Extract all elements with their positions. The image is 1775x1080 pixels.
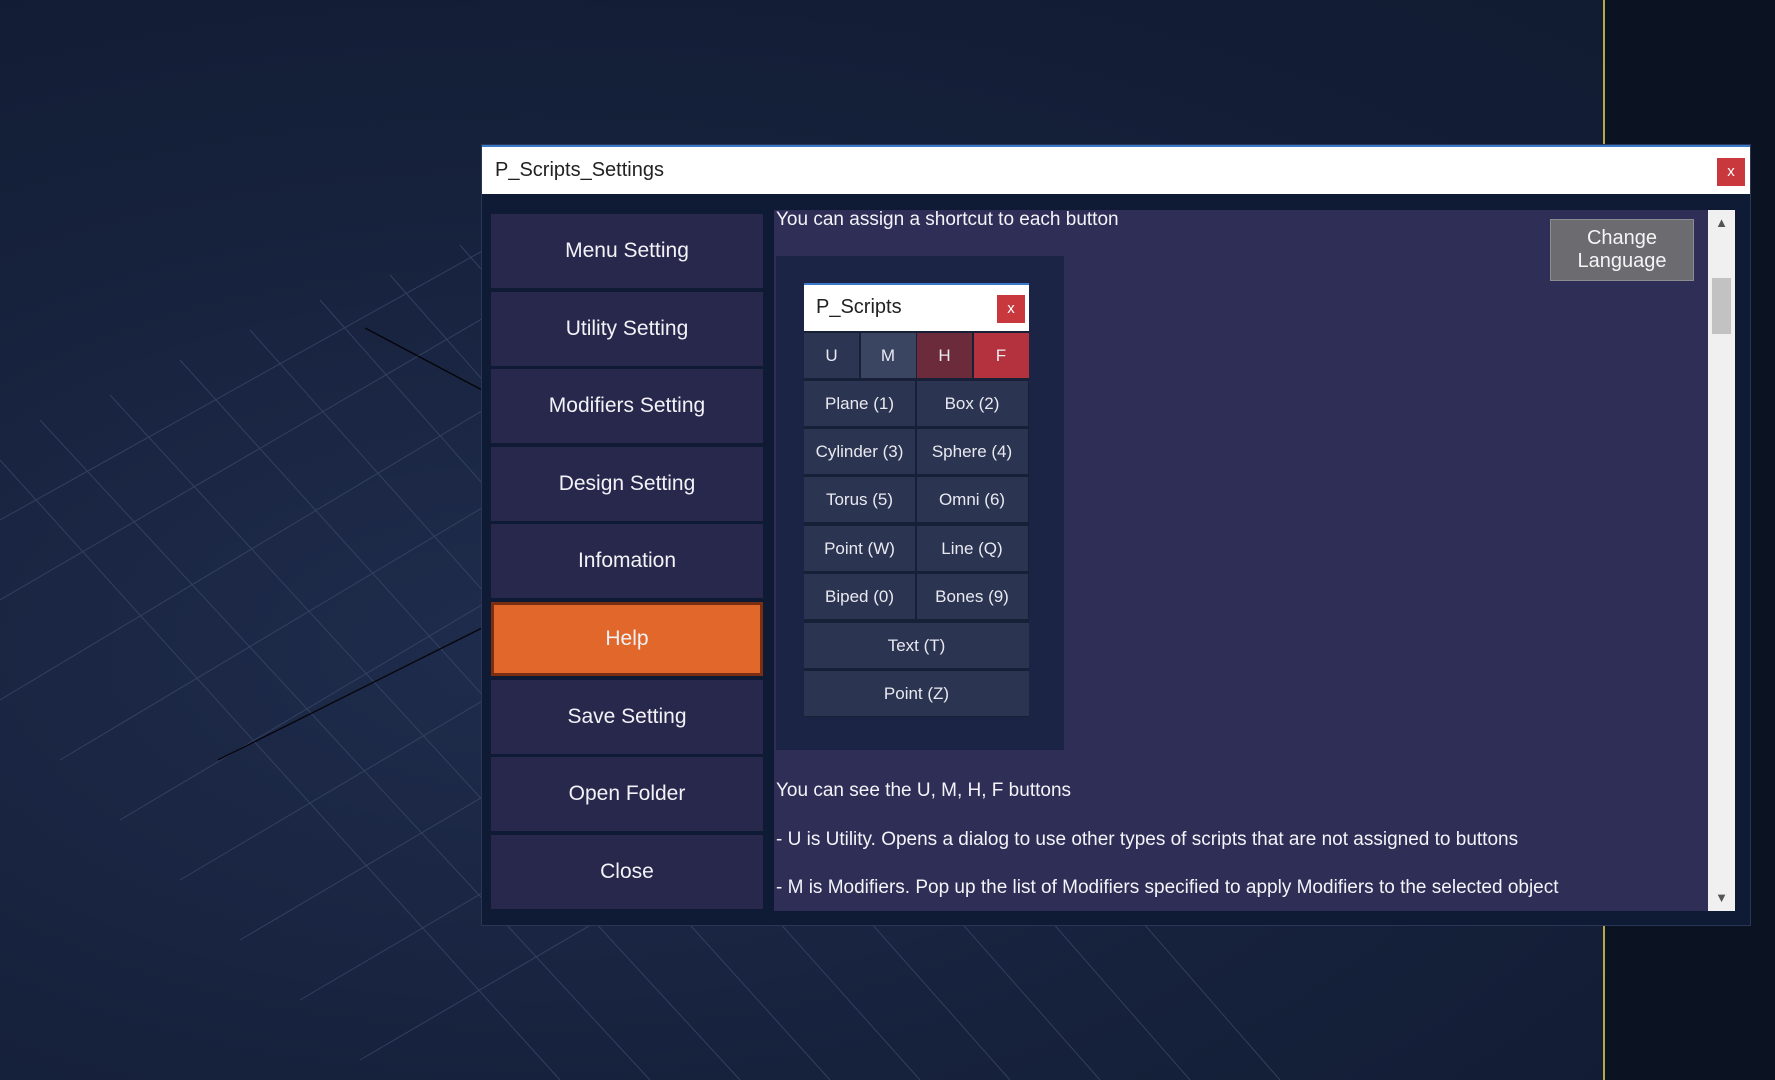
- mini-window-title: P_Scripts: [816, 296, 902, 318]
- plane-button[interactable]: Plane (1): [804, 381, 915, 426]
- close-button[interactable]: Close: [491, 834, 763, 909]
- help-button[interactable]: Help: [491, 601, 763, 676]
- cylinder-button[interactable]: Cylinder (3): [804, 429, 915, 474]
- text-button[interactable]: Text (T): [804, 623, 1029, 668]
- p-scripts-mini-window: P_Scripts x U M H F Plane (1) Box (2) Cy…: [804, 283, 1029, 717]
- help-line-2: - U is Utility. Opens a dialog to use ot…: [776, 829, 1519, 850]
- sphere-button[interactable]: Sphere (4): [916, 429, 1028, 474]
- modifiers-setting-button[interactable]: Modifiers Setting: [491, 369, 763, 444]
- point-z-button[interactable]: Point (Z): [804, 671, 1029, 716]
- information-button[interactable]: Infomation: [491, 524, 763, 599]
- tab-utility[interactable]: U: [804, 333, 859, 378]
- mini-window-close-button[interactable]: x: [997, 295, 1025, 323]
- torus-button[interactable]: Torus (5): [804, 477, 915, 522]
- settings-sidebar: Menu Setting Utility Setting Modifiers S…: [491, 214, 763, 912]
- biped-button[interactable]: Biped (0): [804, 574, 915, 619]
- line-button[interactable]: Line (Q): [916, 526, 1028, 571]
- design-setting-button[interactable]: Design Setting: [491, 446, 763, 521]
- close-window-button[interactable]: x: [1717, 158, 1745, 186]
- help-line-3: - M is Modifiers. Pop up the list of Mod…: [776, 877, 1559, 898]
- tab-modifiers[interactable]: M: [860, 333, 916, 378]
- scrollbar-thumb[interactable]: [1712, 278, 1731, 334]
- omni-button[interactable]: Omni (6): [916, 477, 1028, 522]
- mini-window-titlebar: P_Scripts x: [804, 283, 1029, 331]
- window-title: P_Scripts_Settings: [495, 159, 664, 181]
- point-w-button[interactable]: Point (W): [804, 526, 915, 571]
- chevron-up-icon[interactable]: ▲: [1708, 210, 1735, 236]
- content-scrollbar[interactable]: ▲ ▼: [1708, 210, 1735, 911]
- save-setting-button[interactable]: Save Setting: [491, 679, 763, 754]
- settings-window: P_Scripts_Settings x Menu Setting Utilit…: [482, 145, 1750, 925]
- box-button[interactable]: Box (2): [916, 381, 1028, 426]
- chevron-down-icon[interactable]: ▼: [1708, 885, 1735, 911]
- mini-window-preview: P_Scripts x U M H F Plane (1) Box (2) Cy…: [776, 256, 1064, 750]
- tab-help[interactable]: H: [917, 333, 972, 378]
- change-language-button[interactable]: Change Language: [1550, 219, 1694, 281]
- utility-setting-button[interactable]: Utility Setting: [491, 291, 763, 366]
- bones-button[interactable]: Bones (9): [916, 574, 1028, 619]
- window-titlebar[interactable]: P_Scripts_Settings x: [482, 145, 1750, 194]
- help-intro-text: You can assign a shortcut to each button: [776, 210, 1119, 230]
- open-folder-button[interactable]: Open Folder: [491, 757, 763, 832]
- menu-setting-button[interactable]: Menu Setting: [491, 214, 763, 288]
- tab-f[interactable]: F: [973, 333, 1029, 378]
- help-line-1: You can see the U, M, H, F buttons: [776, 780, 1072, 801]
- help-content-panel: You can assign a shortcut to each button…: [774, 210, 1708, 911]
